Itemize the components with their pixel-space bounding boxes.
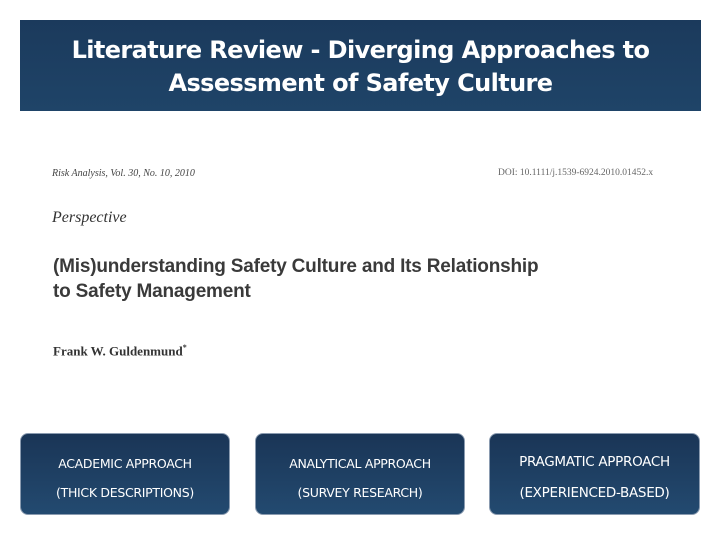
slide-title-line-1: Literature Review - Diverging Approaches…	[71, 35, 650, 64]
paper-title-line-2: to Safety Management	[53, 281, 251, 302]
academic-approach-box: ACADEMIC APPROACH (THICK DESCRIPTIONS)	[20, 433, 230, 515]
paper-section-label: Perspective	[52, 209, 127, 226]
doi-reference: DOI: 10.1111/j.1539-6924.2010.01452.x	[498, 168, 654, 178]
slide-title-line-2: Assessment of Safety Culture	[168, 68, 554, 97]
approach-sublabel: (SURVEY RESEARCH)	[297, 485, 423, 500]
approach-sublabel: (THICK DESCRIPTIONS)	[56, 485, 194, 500]
pragmatic-approach-box: PRAGMATIC APPROACH (EXPERIENCED-BASED)	[489, 433, 700, 515]
approach-sublabel: (EXPERIENCED-BASED)	[519, 485, 670, 501]
analytical-approach-box: ANALYTICAL APPROACH (SURVEY RESEARCH)	[255, 433, 465, 515]
author-footnote-mark: *	[182, 343, 187, 352]
approach-label: PRAGMATIC APPROACH	[519, 454, 670, 470]
paper-excerpt: Risk Analysis, Vol. 30, No. 10, 2010 DOI…	[52, 160, 682, 360]
paper-title-line-1: (Mis)understanding Safety Culture and It…	[53, 256, 539, 277]
approach-label: ANALYTICAL APPROACH	[289, 456, 431, 471]
slide-title-bar: Literature Review - Diverging Approaches…	[20, 20, 701, 111]
paper-author: Frank W. Guldenmund*	[53, 343, 187, 359]
journal-citation: Risk Analysis, Vol. 30, No. 10, 2010	[52, 168, 195, 179]
author-name: Frank W. Guldenmund	[53, 343, 183, 359]
approach-label: ACADEMIC APPROACH	[58, 456, 192, 471]
paper-title: (Mis)understanding Safety Culture and It…	[53, 254, 539, 304]
